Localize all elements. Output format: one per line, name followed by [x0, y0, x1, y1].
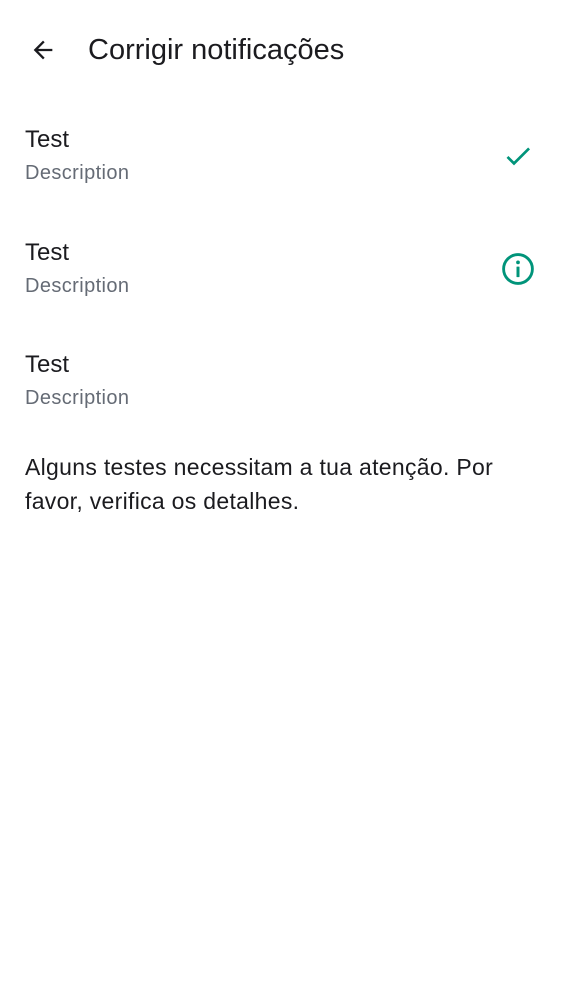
test-description: Description — [25, 162, 130, 184]
status-message: Alguns testes necessitam a tua atenção. … — [25, 454, 494, 514]
list-item[interactable]: Test Description — [0, 110, 562, 223]
back-button[interactable] — [19, 26, 67, 74]
test-description: Description — [25, 387, 130, 409]
top-app-bar: Corrigir notificações — [0, 0, 562, 100]
list-item[interactable]: Test Description — [0, 223, 562, 336]
test-list: Test Description Test Description Test D… — [0, 110, 562, 448]
check-icon — [506, 147, 530, 166]
list-item[interactable]: Test Description — [0, 335, 562, 448]
info-icon — [502, 252, 534, 285]
arrow-back-icon — [33, 40, 53, 60]
test-description: Description — [25, 274, 130, 297]
status-indicator — [500, 138, 536, 174]
page-title: Corrigir notificações — [88, 34, 345, 66]
test-title: Test — [25, 126, 70, 153]
status-indicator — [500, 251, 536, 287]
test-title: Test — [25, 351, 70, 378]
test-title: Test — [25, 238, 70, 266]
